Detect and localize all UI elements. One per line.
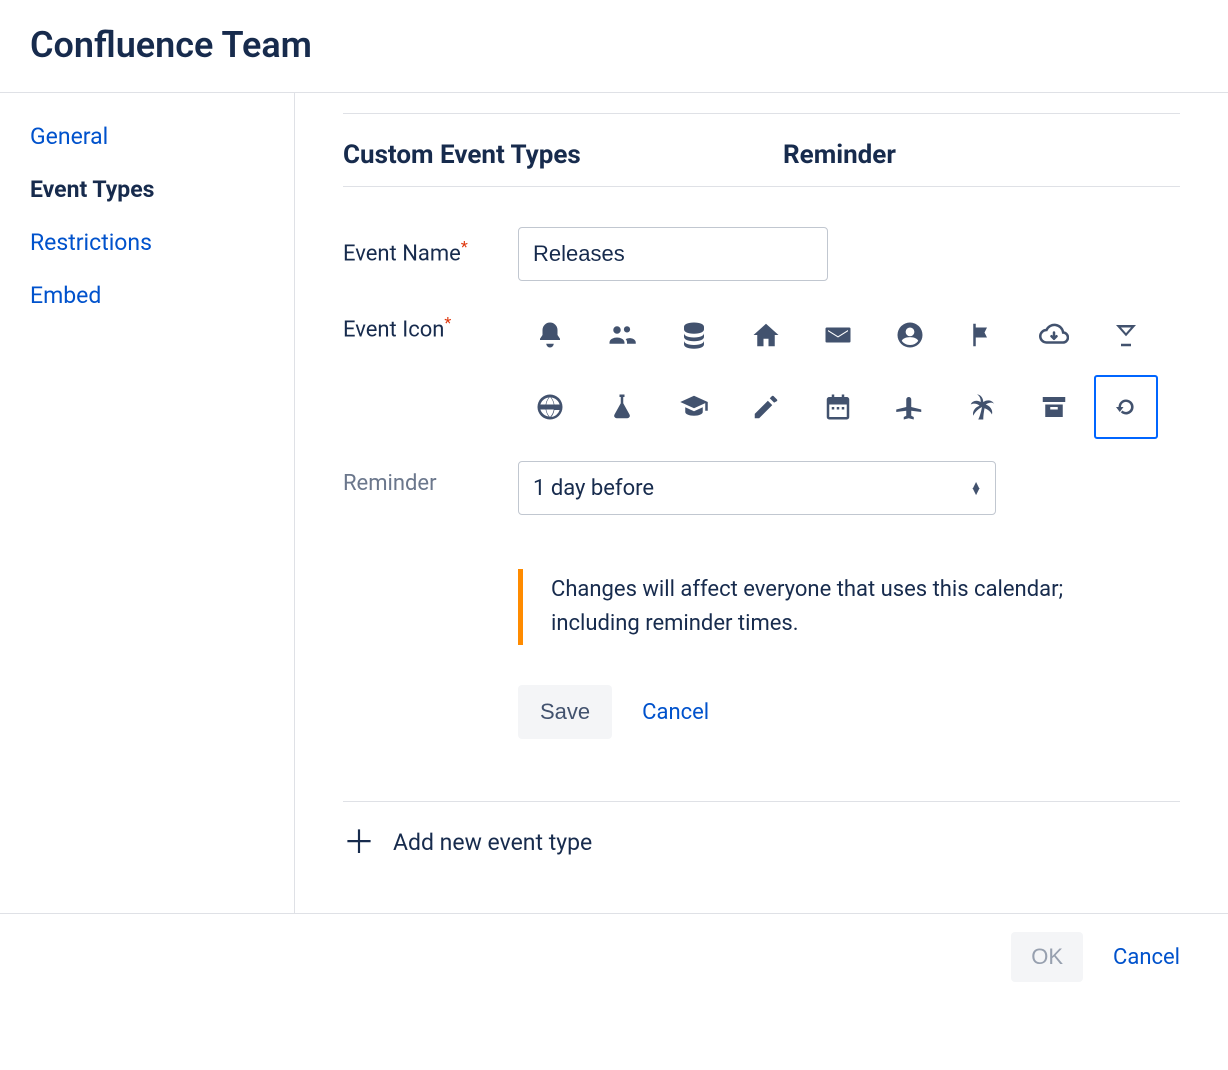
archive-icon[interactable] [1022,375,1086,439]
reminder-label: Reminder [343,461,518,496]
column-headers: Custom Event Types Reminder [343,124,1180,187]
sidebar-nav: General Event Types Restrictions Embed [0,93,295,913]
database-icon[interactable] [662,303,726,367]
dialog-header: Confluence Team [0,0,1228,93]
sidebar-item-general[interactable]: General [30,123,294,150]
sidebar-item-embed[interactable]: Embed [30,282,294,309]
flag-icon[interactable] [950,303,1014,367]
add-event-type-button[interactable]: ＋ Add new event type [343,801,1180,888]
edit-icon[interactable] [734,375,798,439]
calendar-icon[interactable] [806,375,870,439]
column-header-custom: Custom Event Types [343,140,783,170]
refresh-icon[interactable] [1094,375,1158,439]
basketball-icon[interactable] [518,375,582,439]
cancel-link[interactable]: Cancel [642,700,709,725]
dialog-footer: OK Cancel [0,913,1228,1000]
footer-cancel-link[interactable]: Cancel [1113,945,1180,970]
mail-icon[interactable] [806,303,870,367]
warning-message: Changes will affect everyone that uses t… [518,569,1081,645]
people-icon[interactable] [590,303,654,367]
save-button[interactable]: Save [518,685,612,739]
cocktail-icon[interactable] [1094,303,1158,367]
event-name-label: Event Name* [343,227,518,266]
person-circle-icon[interactable] [878,303,942,367]
home-icon[interactable] [734,303,798,367]
main-panel: Custom Event Types Reminder Event Name* … [295,93,1228,913]
column-header-reminder: Reminder [783,140,896,170]
ok-button[interactable]: OK [1011,932,1083,982]
bell-icon[interactable] [518,303,582,367]
plus-icon: ＋ [343,826,375,858]
graduation-icon[interactable] [662,375,726,439]
divider [343,113,1180,114]
event-icon-label: Event Icon* [343,303,518,342]
page-title: Confluence Team [30,24,1198,66]
event-name-input[interactable] [518,227,828,281]
plane-icon[interactable] [878,375,942,439]
add-event-type-label: Add new event type [393,829,592,856]
reminder-select[interactable]: 1 day before [518,461,996,515]
palm-icon[interactable] [950,375,1014,439]
cloud-icon[interactable] [1022,303,1086,367]
sidebar-item-event-types[interactable]: Event Types [30,176,294,203]
sidebar-item-restrictions[interactable]: Restrictions [30,229,294,256]
icon-picker [518,303,1158,439]
flask-icon[interactable] [590,375,654,439]
